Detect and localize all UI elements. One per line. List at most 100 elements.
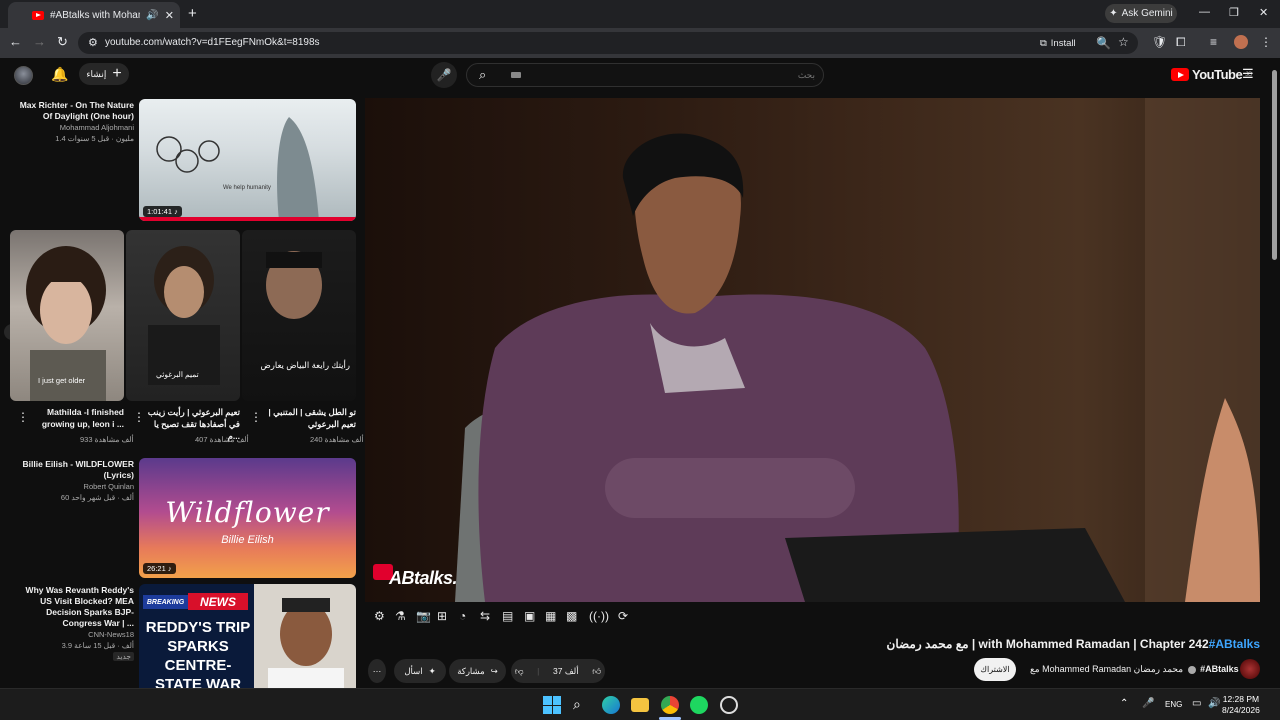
video-settings-icon[interactable]: ▩ [566,609,577,623]
audio-playing-icon[interactable]: 🔊 [146,10,158,21]
page-scrollbar[interactable] [1270,58,1280,688]
thumbnail-caption: We help humanity [223,185,271,191]
guide-menu-icon[interactable]: ☰ [1242,66,1254,82]
app-notification-icon[interactable] [720,696,738,714]
extension-shield-icon[interactable]: 🛡 [1152,35,1167,49]
close-window-icon[interactable]: ✕ [1259,6,1268,19]
speed-gauge-icon[interactable]: ◔ [459,609,466,623]
install-label: Install [1050,37,1076,49]
search-taskbar-icon[interactable]: ⌕ [573,696,591,714]
browser-tab-active[interactable]: #ABtalks with Mohammed R 🔊 ✕ [8,2,180,28]
windows-start-icon[interactable] [543,696,561,714]
settings-gear-icon[interactable]: ⚙ [374,609,385,623]
search-input[interactable] [555,67,815,83]
dislike-icon[interactable]: 👎︎ [515,666,524,677]
like-icon[interactable]: 👍︎ [592,666,601,677]
microphone-tray-icon[interactable]: 🎤 [1142,698,1154,709]
forward-icon[interactable]: → [33,34,46,49]
tray-overflow-chevron-icon[interactable]: ⌃ [1120,698,1128,709]
search-icon[interactable]: ⌕ [479,67,486,83]
notifications-bell-icon[interactable]: 🔔 [51,66,68,83]
repeat-icon[interactable]: ⟳ [618,609,628,623]
short-1-thumbnail[interactable]: I just get older [10,230,124,401]
network-icon[interactable]: ▭ [1192,698,1201,709]
more-actions-button[interactable]: ⋯ [368,659,386,683]
short-caption: رأيتك رايعة البياض يعارض [260,360,350,370]
profile-avatar-icon[interactable] [1234,35,1248,49]
recommendation-3-info[interactable]: Why Was Revanth Reddy's US Visit Blocked… [12,585,134,662]
spotify-icon[interactable] [690,696,708,714]
aspect-ratio-icon[interactable]: ▣ [524,609,535,623]
media-controls-icon[interactable]: ≡ [1210,35,1217,49]
ask-gemini-button[interactable]: ✦ Ask Gemini [1105,4,1177,23]
voice-search-mic-icon[interactable]: 🎤 [431,62,457,88]
keyboard-icon[interactable] [511,72,521,78]
share-button[interactable]: مشاركة ↪ [449,659,506,683]
install-app-button[interactable]: ⧉ Install [1040,35,1088,51]
ask-button[interactable]: اسأل ✦ [394,659,446,683]
address-bar[interactable]: ⚙ youtube.com/watch?v=d1FEegFNmOk&t=8198… [78,32,1138,54]
browser-menu-icon[interactable]: ⋮ [1260,35,1272,49]
flask-icon[interactable]: ⚗ [395,609,406,623]
video-title[interactable]: Why Was Revanth Reddy's US Visit Blocked… [12,585,134,629]
back-icon[interactable]: ← [9,34,22,49]
short-2-menu-icon[interactable]: ⋮ [133,410,145,424]
clip-icon[interactable]: ▦ [545,609,556,623]
bookmark-star-icon[interactable]: ☆ [1118,35,1129,49]
screenshot-camera-icon[interactable]: 📷 [416,609,431,623]
short-2-views: 407 ألف مشاهدة [195,435,249,444]
recommendation-1-thumbnail[interactable]: We help humanity 1:01:41 ♪ [139,99,356,221]
audio-broadcast-icon[interactable]: ((·)) [589,609,609,623]
recommendation-2-info[interactable]: Billie Eilish - WILDFLOWER (Lyrics) Robe… [12,459,134,503]
short-1-title[interactable]: Mathilda -I finished growing up, leon i … [30,406,124,430]
add-image-icon[interactable]: ⊞ [437,609,447,623]
account-avatar[interactable] [14,66,33,85]
extensions-puzzle-icon[interactable]: ⧠ [1176,35,1186,50]
file-explorer-icon[interactable] [631,698,649,712]
like-count[interactable]: 37 ألف [553,666,579,677]
like-dislike-group: 👎︎ | 37 ألف 👍︎ [511,659,605,683]
video-hashtag[interactable]: #ABtalks [1209,637,1260,651]
short-3-thumbnail[interactable]: رأيتك رايعة البياض يعارض [242,230,356,401]
subscribe-button[interactable]: الاشتراك [974,658,1016,681]
scrollbar-thumb[interactable] [1272,70,1277,260]
close-tab-icon[interactable]: ✕ [165,9,174,22]
restore-window-icon[interactable]: ❐ [1229,6,1239,19]
minimize-window-icon[interactable]: — [1199,6,1210,18]
channel-name[interactable]: Robert Quinlan [12,481,134,492]
video-title[interactable]: Billie Eilish - WILDFLOWER (Lyrics) [12,459,134,481]
site-info-icon[interactable]: ⚙ [88,36,98,49]
clock-date: 8/24/2026 [1222,705,1260,715]
verified-icon [1187,665,1196,674]
channel-name[interactable]: CNN-News18 [12,629,134,640]
zoom-icon[interactable]: 🔍 [1096,36,1111,50]
url-text[interactable]: youtube.com/watch?v=d1FEegFNmOk&t=8198s [105,37,320,48]
clock[interactable]: 12:28 PM 8/24/2026 [1222,694,1260,716]
short-3-title[interactable]: تو الطل يشقى | المتنبي | تعيم البرعوثي [262,406,356,430]
new-tab-icon[interactable]: + [188,5,197,22]
channel-name[interactable]: Mohammad Aljohmani [12,122,134,133]
search-box[interactable]: ⌕ [466,63,824,87]
reload-icon[interactable]: ↻ [57,34,68,50]
short-3-menu-icon[interactable]: ⋮ [250,410,262,424]
player-extension-toolbar: ⚙ ⚗ 📷 ⊞ ◔ ⇆ ▤ ▣ ▦ ▩ ((·)) ⟳ [365,604,1260,630]
loop-section-icon[interactable]: ⇆ [480,609,490,623]
create-button[interactable]: إنشاء + [79,63,129,85]
chrome-icon[interactable] [661,696,679,714]
short-1-menu-icon[interactable]: ⋮ [17,410,29,424]
input-language[interactable]: ENG [1165,700,1182,709]
short-2-thumbnail[interactable]: تميم البرغوثي [126,230,240,401]
recommendation-2-thumbnail[interactable]: Wildflower Billie Eilish 26:21 ♪ [139,458,356,578]
edge-browser-icon[interactable] [602,696,620,714]
recommendation-3-thumbnail[interactable]: BREAKING NEWS REDDY'S TRIP SPARKS CENTRE… [139,584,356,688]
sparkle-icon: ✦ [428,665,436,676]
video-player[interactable]: ABtalks. [365,98,1260,602]
recommendation-1-info[interactable]: Max Richter - On The Nature Of Daylight … [12,100,134,144]
channel-avatar[interactable] [1240,659,1260,679]
channel-name[interactable]: #ABtalks [1200,664,1239,674]
volume-icon[interactable]: 🔊 [1208,698,1220,709]
video-title[interactable]: Max Richter - On The Nature Of Daylight … [12,100,134,122]
cinema-mode-icon[interactable]: ▤ [502,609,513,623]
youtube-logo[interactable]: YouTube JO [1171,67,1252,82]
channel-info[interactable]: مع Mohammed Ramadan محمد رمضان #ABtalks [1030,664,1239,675]
